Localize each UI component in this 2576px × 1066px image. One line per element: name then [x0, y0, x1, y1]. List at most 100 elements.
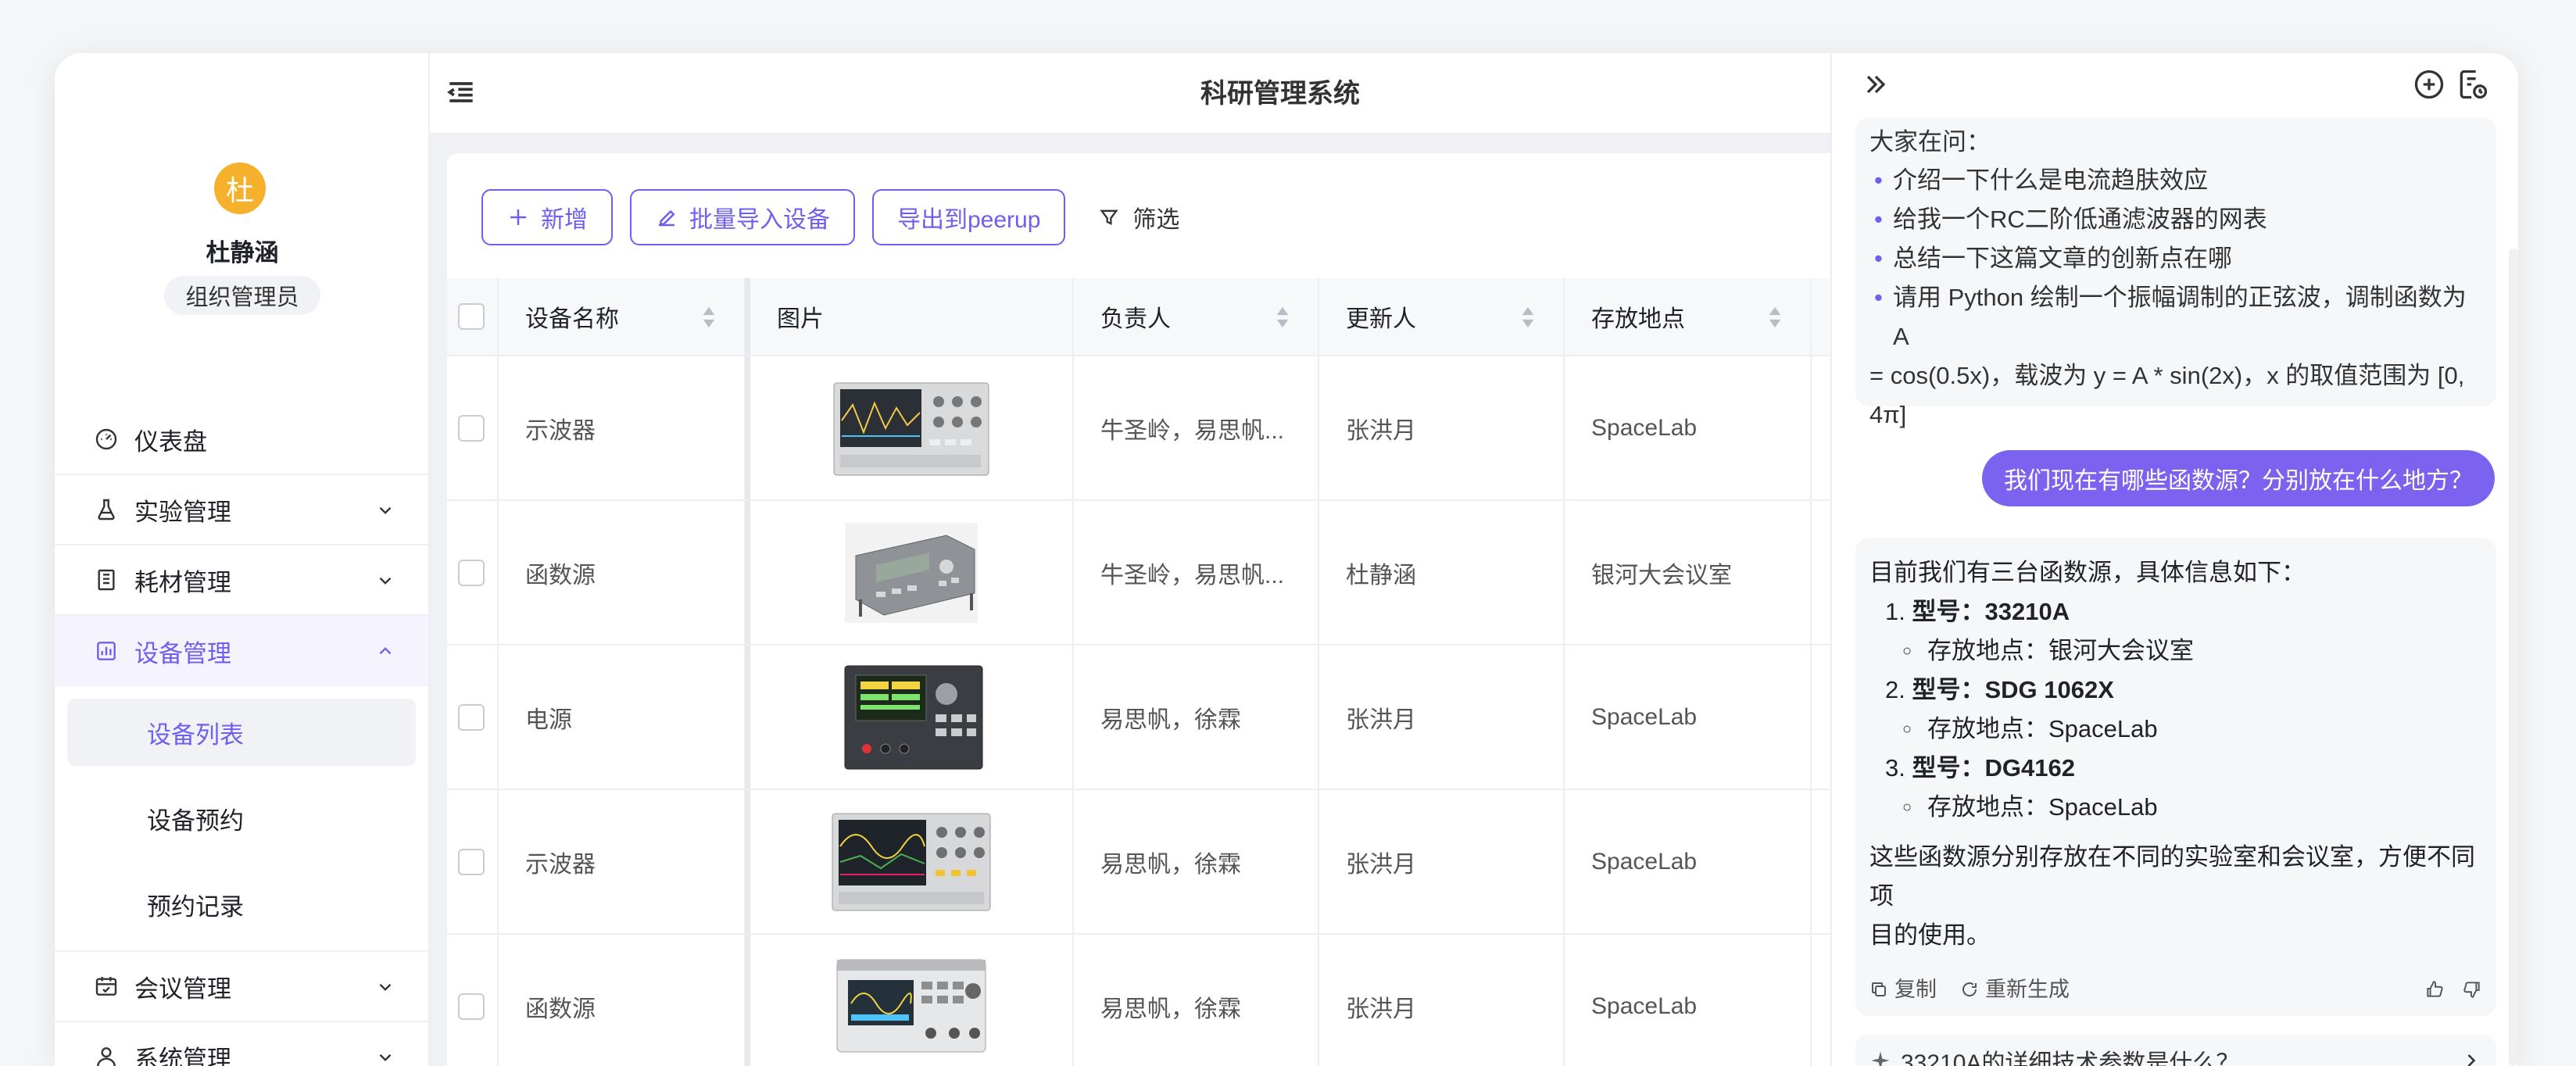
row-checkbox[interactable] [458, 414, 485, 442]
suggested-question[interactable]: 请用 Python 绘制一个振幅调制的正弦波，调制函数为 A = cos(0.5x… [1869, 278, 2482, 435]
chevron-down-icon [379, 577, 392, 585]
export-label: 导出到peerup [897, 207, 1041, 233]
sidebar-item-consumables[interactable]: 耗材管理 [55, 546, 428, 616]
table-toolbar: 新增 批量导入设备 导出到peerup 筛选 [481, 188, 1179, 247]
history-icon[interactable] [2456, 67, 2490, 102]
sidebar-item-meetings[interactable]: 会议管理 [55, 952, 428, 1022]
item-label: 型号： [1912, 598, 1985, 625]
user-name: 杜静涵 [206, 239, 279, 266]
oscilloscope-image[interactable] [829, 374, 993, 483]
column-header-label: 更新人 [1346, 306, 1416, 332]
copy-button[interactable]: 复制 [1869, 970, 1937, 1009]
answer-summary: 这些函数源分别存放在不同的实验室和会议室，方便不同项 目的使用。 [1869, 838, 2482, 955]
sidebar-item-system[interactable]: 系统管理 [55, 1022, 428, 1066]
column-header-name[interactable]: 设备名称 [499, 278, 746, 355]
row-checkbox[interactable] [458, 703, 485, 731]
devices-submenu: 设备列表 设备预约 预约记录 [55, 686, 428, 952]
owner-cell: 易思帆，徐霖 [1074, 935, 1319, 1066]
owner-cell: 易思帆，徐霖 [1074, 646, 1319, 789]
new-chat-icon[interactable] [2412, 67, 2446, 102]
suggested-question[interactable]: 给我一个RC二阶低通滤波器的网表 [1869, 200, 2482, 239]
table-row[interactable]: 电源 易思帆，徐霖 张洪月 SpaceLab [447, 646, 1885, 790]
location-cell: SpaceLab [1565, 790, 1812, 933]
owner-cell: 牛圣岭，易思帆... [1074, 501, 1319, 644]
chevron-right-icon [2467, 1054, 2476, 1066]
table-row[interactable]: 示波器 易思帆，徐霖 张洪月 SpaceLab [447, 790, 1885, 935]
thumbs-up-icon[interactable] [2424, 979, 2445, 1000]
row-checkbox[interactable] [458, 848, 485, 875]
oscilloscope-image[interactable] [829, 807, 993, 917]
refresh-icon [1962, 982, 1977, 996]
answer-list-item: 1. 型号：33210A [1885, 592, 2482, 631]
device-image-cell [746, 790, 1074, 933]
answer-sub-item: 存放地点：银河大会议室 [1885, 631, 2482, 671]
power-supply-image[interactable] [829, 663, 993, 772]
location-cell: SpaceLab [1565, 935, 1812, 1066]
thumbs-down-icon[interactable] [2462, 979, 2482, 1000]
add-button[interactable]: 新增 [481, 189, 613, 245]
table-row[interactable]: 函数源 牛圣岭，易思帆... 杜静涵 银河大会议室 [447, 501, 1885, 646]
dashboard-icon [92, 425, 120, 453]
loc-label: 存放地点： [1927, 715, 2048, 742]
function-generator-image[interactable] [829, 952, 993, 1061]
column-header-label: 设备名称 [525, 306, 619, 332]
batch-import-button[interactable]: 批量导入设备 [630, 189, 855, 245]
filter-icon [1100, 209, 1119, 226]
sort-icon[interactable] [1275, 305, 1290, 330]
edit-icon [659, 209, 675, 227]
row-checkbox[interactable] [458, 559, 485, 586]
chevron-up-icon [379, 647, 392, 655]
column-header-owner[interactable]: 负责人 [1074, 278, 1319, 355]
item-number: 1. [1885, 598, 1905, 625]
function-generator-image[interactable] [829, 518, 993, 628]
regenerate-button[interactable]: 重新生成 [1960, 970, 2070, 1009]
main-area: 科研管理系统 新增 批量导入设备 导出到peerup 筛选 设备名称 图片 负责… [430, 53, 1885, 1066]
answer-list-item: 3. 型号：DG4162 [1885, 749, 2482, 788]
sidebar-item-experiments[interactable]: 实验管理 [55, 475, 428, 546]
table-row[interactable]: 示波器 牛圣岭，易思帆... 张洪月 SpaceLab [447, 356, 1885, 501]
chat-scrollbar[interactable] [2509, 249, 2518, 1066]
answer-intro: 目前我们有三台函数源，具体信息如下： [1869, 559, 2306, 586]
sort-icon[interactable] [1768, 305, 1782, 330]
device-image-cell [746, 356, 1074, 499]
sidebar-item-dashboard[interactable]: 仪表盘 [55, 405, 428, 475]
row-checkbox[interactable] [458, 993, 485, 1020]
ai-chat-panel: 大家在问： 介绍一下什么是电流趋肤效应 给我一个RC二阶低通滤波器的网表 总结一… [1830, 53, 2518, 1066]
item-model: 33210A [1984, 598, 2070, 625]
device-name-cell: 函数源 [499, 501, 746, 644]
device-chart-icon [92, 637, 120, 665]
chevron-down-icon [379, 506, 392, 514]
updater-cell: 张洪月 [1319, 356, 1565, 499]
suggested-questions-title: 大家在问： [1869, 128, 1991, 156]
filter-button[interactable]: 筛选 [1098, 200, 1179, 234]
suggested-question[interactable]: 总结一下这篇文章的创新点在哪 [1869, 239, 2482, 278]
sidebar-item-devices[interactable]: 设备管理 [55, 616, 428, 686]
sidebar-item-device-booking[interactable]: 设备预约 [55, 775, 428, 861]
select-all-checkbox[interactable] [458, 303, 485, 330]
assistant-answer-card: 目前我们有三台函数源，具体信息如下： 1. 型号：33210A 存放地点：银河大… [1855, 538, 2496, 1016]
loc-value: SpaceLab [2048, 715, 2158, 742]
table-row[interactable]: 函数源 易思帆，徐霖 张洪月 SpaceLab [447, 935, 1885, 1066]
answer-summary-line: 这些函数源分别存放在不同的实验室和会议室，方便不同项 [1869, 843, 2475, 910]
device-image-cell [746, 935, 1074, 1066]
copy-label: 复制 [1894, 978, 1937, 1001]
loc-label: 存放地点： [1927, 637, 2048, 664]
column-header-location[interactable]: 存放地点 [1565, 278, 1812, 355]
export-button[interactable]: 导出到peerup [872, 189, 1066, 245]
location-cell: SpaceLab [1565, 356, 1812, 499]
updater-cell: 张洪月 [1319, 646, 1565, 789]
user-role-badge: 组织管理员 [164, 276, 320, 315]
double-chevron-right-icon[interactable] [1860, 69, 1891, 100]
device-name-cell: 函数源 [499, 935, 746, 1066]
sort-icon[interactable] [702, 305, 716, 330]
sort-icon[interactable] [1521, 305, 1535, 330]
avatar[interactable]: 杜 [214, 163, 266, 214]
sidebar-item-booking-records[interactable]: 预约记录 [55, 861, 428, 947]
follow-up-suggestion[interactable]: 33210A的详细技术参数是什么？ [1855, 1035, 2496, 1066]
sidebar-item-label: 设备管理 [134, 639, 231, 667]
column-header-updater[interactable]: 更新人 [1319, 278, 1565, 355]
item-model: SDG 1062X [1984, 676, 2114, 703]
suggested-question[interactable]: 介绍一下什么是电流趋肤效应 [1869, 161, 2482, 200]
suggested-question-line: = cos(0.5x)，载波为 y = A * sin(2x)，x 的取值范围为… [1869, 362, 2465, 389]
sidebar-item-device-list[interactable]: 设备列表 [55, 689, 428, 775]
